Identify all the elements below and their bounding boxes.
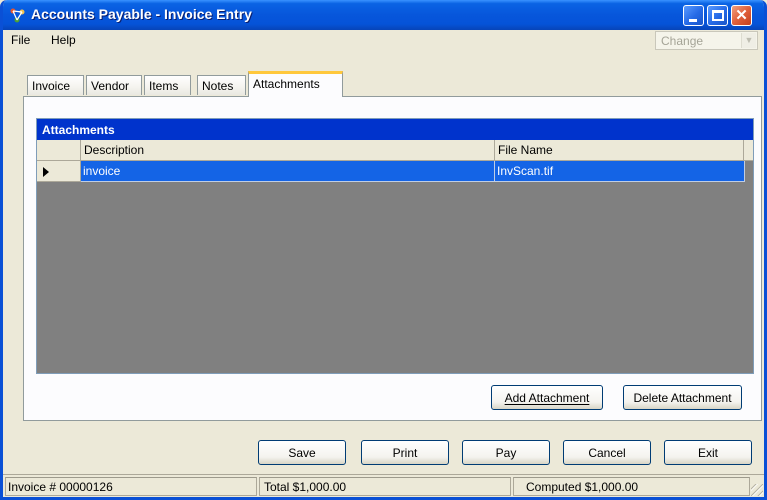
status-computed: Computed $1,000.00: [513, 477, 750, 496]
current-row-arrow-icon: [43, 167, 49, 177]
grid-header: Description File Name: [37, 140, 753, 161]
tab-invoice[interactable]: Invoice: [27, 75, 84, 95]
pay-label: Pay: [495, 446, 517, 460]
add-attachment-button[interactable]: Add Attachment: [491, 385, 603, 410]
status-invoice-number: Invoice # 00000126: [5, 477, 257, 496]
exit-label: Exit: [697, 446, 718, 460]
status-bar: Invoice # 00000126 Total $1,000.00 Compu…: [3, 474, 764, 497]
chevron-down-icon: ▼: [741, 33, 756, 48]
attachments-grid[interactable]: Attachments Description File Name invoic…: [36, 118, 754, 374]
maximize-icon: [712, 10, 724, 21]
cancel-button[interactable]: Cancel: [563, 440, 651, 465]
save-label: Save: [288, 446, 316, 460]
cell-description[interactable]: invoice: [81, 161, 495, 182]
maximize-button[interactable]: [707, 5, 728, 26]
menu-file[interactable]: File: [7, 32, 34, 48]
save-button[interactable]: Save: [258, 440, 346, 465]
cell-file-name[interactable]: InvScan.tif: [495, 161, 745, 182]
pay-button[interactable]: Pay: [462, 440, 550, 465]
tab-vendor[interactable]: Vendor: [86, 75, 142, 95]
change-select-value: Change: [661, 34, 704, 48]
table-row[interactable]: invoice InvScan.tif: [37, 161, 753, 182]
app-window: Accounts Payable - Invoice Entry ✕ File …: [0, 0, 767, 500]
delete-attachment-button[interactable]: Delete Attachment: [623, 385, 742, 410]
attachments-panel: Attachments Description File Name invoic…: [23, 96, 762, 421]
app-network-icon: [10, 8, 25, 23]
change-select[interactable]: Change ▼: [655, 31, 758, 50]
minimize-button[interactable]: [683, 5, 704, 26]
column-header-file-name[interactable]: File Name: [495, 140, 744, 161]
column-header-description[interactable]: Description: [81, 140, 495, 161]
menu-help[interactable]: Help: [47, 32, 80, 48]
tab-items[interactable]: Items: [144, 75, 191, 95]
tab-notes[interactable]: Notes: [197, 75, 246, 95]
tab-attachments[interactable]: Attachments: [248, 71, 343, 97]
title-bar[interactable]: Accounts Payable - Invoice Entry ✕: [3, 0, 764, 30]
menu-bar: File Help Change ▼: [3, 30, 764, 50]
print-label: Print: [392, 446, 418, 460]
close-button[interactable]: ✕: [731, 5, 752, 26]
cancel-label: Cancel: [588, 446, 626, 460]
exit-button[interactable]: Exit: [664, 440, 752, 465]
row-selector-header: [37, 140, 81, 161]
delete-attachment-label: Delete Attachment: [633, 391, 732, 405]
row-selector[interactable]: [37, 161, 81, 182]
add-attachment-label: Add Attachment: [504, 391, 590, 405]
status-total: Total $1,000.00: [259, 477, 511, 496]
grid-caption: Attachments: [37, 119, 753, 140]
print-button[interactable]: Print: [361, 440, 449, 465]
minimize-icon: [689, 19, 697, 22]
close-icon: ✕: [735, 7, 748, 24]
window-title: Accounts Payable - Invoice Entry: [31, 6, 252, 22]
resize-grip-icon[interactable]: [751, 484, 763, 496]
